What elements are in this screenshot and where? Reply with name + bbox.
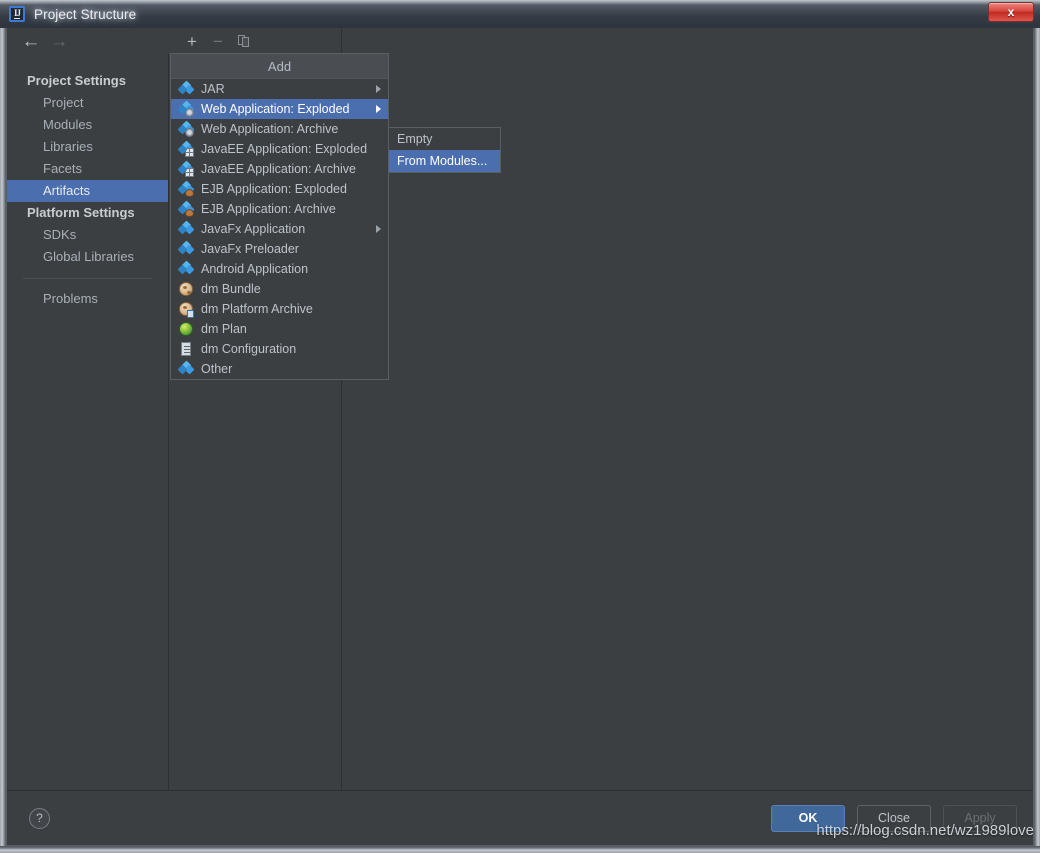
menu-item-dm-bundle[interactable]: dm Bundle	[171, 279, 388, 299]
menu-item-javafx-application[interactable]: JavaFx Application	[171, 219, 388, 239]
web-app-exploded-icon	[179, 102, 195, 117]
menu-item-label: Web Application: Exploded	[201, 102, 350, 116]
javafx-preloader-icon	[179, 242, 195, 256]
menu-item-other[interactable]: Other	[171, 359, 388, 379]
menu-item-dm-configuration[interactable]: dm Configuration	[171, 339, 388, 359]
close-button[interactable]: x	[988, 2, 1034, 22]
help-button[interactable]: ?	[29, 807, 50, 829]
menu-item-label: dm Configuration	[201, 342, 297, 356]
plus-icon: +	[187, 32, 197, 51]
javaee-exploded-icon	[179, 142, 195, 157]
menu-item-jar[interactable]: JAR	[171, 79, 388, 99]
menu-item-label: EJB Application: Archive	[201, 202, 336, 216]
artifact-jar-icon	[179, 82, 195, 96]
window-frame-bottom	[0, 846, 1040, 853]
sidebar-item-global-libraries[interactable]: Global Libraries	[7, 246, 168, 268]
sidebar-item-project[interactable]: Project	[7, 92, 168, 114]
add-menu-header: Add	[171, 54, 388, 79]
back-arrow-icon[interactable]: ←	[17, 28, 45, 55]
settings-sidebar: Project Settings Project Modules Librari…	[7, 55, 169, 817]
sidebar-group-platform-settings: Platform Settings	[27, 205, 135, 220]
menu-item-android-application[interactable]: Android Application	[171, 259, 388, 279]
menu-item-javaee-application-exploded[interactable]: JavaEE Application: Exploded	[171, 139, 388, 159]
chevron-right-icon	[376, 225, 381, 233]
chevron-right-icon	[376, 105, 381, 113]
menu-item-label: JavaFx Preloader	[201, 242, 299, 256]
sidebar-item-facets[interactable]: Facets	[7, 158, 168, 180]
forward-arrow-icon[interactable]: →	[45, 28, 73, 55]
menu-item-label: JavaFx Application	[201, 222, 306, 236]
menu-item-ejb-application-archive[interactable]: EJB Application: Archive	[171, 199, 388, 219]
window-title: Project Structure	[34, 6, 137, 22]
submenu-item-empty[interactable]: Empty	[389, 128, 500, 150]
dm-platform-archive-icon	[179, 302, 194, 318]
menu-item-label: JAR	[201, 82, 225, 96]
ejb-exploded-icon	[179, 182, 195, 197]
content-area: Project Settings Project Modules Librari…	[7, 28, 1033, 817]
title-bar-content: IJ Project Structure	[0, 6, 136, 22]
web-application-exploded-submenu: Empty From Modules...	[388, 127, 501, 173]
minus-icon: −	[213, 32, 223, 51]
watermark-text: https://blog.csdn.net/wz1989love	[816, 822, 1034, 839]
menu-item-label: Web Application: Archive	[201, 122, 339, 136]
add-artifact-popup-menu: Add JAR Web Application: Exploded Web Ap…	[170, 53, 389, 380]
sidebar-group-project-settings: Project Settings	[27, 73, 126, 88]
menu-item-label: Other	[201, 362, 233, 376]
javafx-app-icon	[179, 222, 195, 236]
menu-item-dm-platform-archive[interactable]: dm Platform Archive	[171, 299, 388, 319]
menu-item-dm-plan[interactable]: dm Plan	[171, 319, 388, 339]
menu-item-javaee-application-archive[interactable]: JavaEE Application: Archive	[171, 159, 388, 179]
menu-item-web-application-exploded[interactable]: Web Application: Exploded	[171, 99, 388, 119]
sidebar-item-artifacts[interactable]: Artifacts	[7, 180, 168, 202]
dm-configuration-icon	[179, 342, 193, 356]
title-bar: IJ Project Structure x	[0, 0, 1040, 28]
menu-item-label: JavaEE Application: Archive	[201, 162, 356, 176]
dm-plan-icon	[179, 322, 193, 336]
menu-item-label: dm Bundle	[201, 282, 261, 296]
sidebar-item-modules[interactable]: Modules	[7, 114, 168, 136]
menu-item-ejb-application-exploded[interactable]: EJB Application: Exploded	[171, 179, 388, 199]
dm-bundle-icon	[179, 282, 193, 296]
navigation-bar: ← →	[7, 28, 1033, 55]
android-app-icon	[179, 262, 195, 276]
project-structure-window: IJ Project Structure x ← → Project Setti…	[0, 0, 1040, 853]
menu-item-label: Android Application	[201, 262, 309, 276]
ejb-archive-icon	[179, 202, 195, 217]
menu-item-label: dm Plan	[201, 322, 247, 336]
intellij-idea-icon: IJ	[9, 6, 25, 22]
other-artifact-icon	[179, 362, 195, 376]
menu-item-label: EJB Application: Exploded	[201, 182, 347, 196]
sidebar-divider	[23, 278, 152, 279]
sidebar-item-problems[interactable]: Problems	[7, 288, 168, 310]
menu-item-label: JavaEE Application: Exploded	[201, 142, 368, 156]
web-app-archive-icon	[179, 122, 195, 137]
submenu-item-from-modules[interactable]: From Modules...	[389, 150, 500, 172]
javaee-archive-icon	[179, 162, 195, 177]
menu-item-web-application-archive[interactable]: Web Application: Archive	[171, 119, 388, 139]
menu-item-javafx-preloader[interactable]: JavaFx Preloader	[171, 239, 388, 259]
sidebar-item-sdks[interactable]: SDKs	[7, 224, 168, 246]
artifacts-toolbar: + −	[169, 28, 342, 55]
window-frame-right	[1034, 28, 1040, 853]
sidebar-item-libraries[interactable]: Libraries	[7, 136, 168, 158]
menu-item-label: dm Platform Archive	[201, 302, 313, 316]
chevron-right-icon	[376, 85, 381, 93]
remove-artifact-button[interactable]: −	[205, 31, 231, 53]
copy-artifact-button[interactable]	[231, 31, 257, 53]
add-artifact-button[interactable]: +	[179, 31, 205, 53]
copy-icon	[238, 35, 250, 48]
close-icon: x	[1007, 5, 1015, 19]
dialog-body: ← → Project Settings Project Modules Lib…	[6, 28, 1034, 846]
